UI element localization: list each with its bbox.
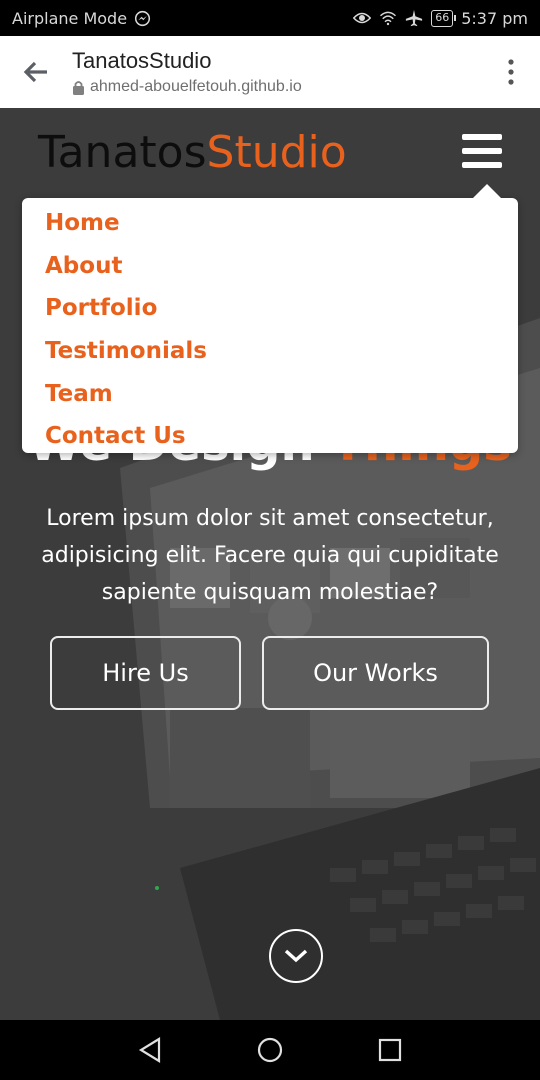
web-page: TanatosStudio We Design Things Lorem ips… — [0, 108, 540, 1020]
more-options-button[interactable] — [482, 36, 540, 108]
url-host: ahmed-abouelfetouh.github.io — [90, 78, 302, 95]
airplane-icon — [405, 9, 423, 27]
status-time: 5:37 pm — [461, 8, 528, 28]
status-bar: Airplane Mode 66 5:37 pm — [0, 0, 540, 36]
eye-icon — [353, 9, 372, 27]
system-recents-button[interactable] — [330, 1020, 450, 1080]
triangle-back-icon — [138, 1037, 161, 1063]
back-arrow-icon — [23, 61, 47, 83]
site-header: TanatosStudio — [0, 108, 540, 196]
nav-item-team[interactable]: Team — [45, 373, 518, 416]
lock-icon — [73, 80, 84, 95]
back-button[interactable] — [0, 36, 72, 108]
wifi-icon — [379, 9, 397, 27]
nav-item-contact-us[interactable]: Contact Us — [45, 415, 518, 458]
url-info[interactable]: TanatosStudio ahmed-abouelfetouh.github.… — [72, 48, 482, 96]
chevron-down-icon — [284, 949, 308, 963]
system-back-button[interactable] — [90, 1020, 210, 1080]
page-title: TanatosStudio — [72, 48, 212, 73]
system-navigation-bar — [0, 1020, 540, 1080]
square-recents-icon — [378, 1038, 402, 1062]
our-works-button[interactable]: Our Works — [262, 636, 489, 710]
battery-icon: 66 — [431, 9, 457, 27]
messenger-icon — [133, 9, 151, 27]
hamburger-menu-icon[interactable] — [462, 134, 502, 168]
vertical-dots-icon — [508, 59, 514, 85]
scroll-down-button[interactable] — [269, 929, 323, 983]
nav-item-home[interactable]: Home — [45, 202, 518, 245]
nav-item-about[interactable]: About — [45, 245, 518, 288]
browser-url-bar: TanatosStudio ahmed-abouelfetouh.github.… — [0, 36, 540, 108]
system-home-button[interactable] — [210, 1020, 330, 1080]
logo-part-2: Studio — [206, 126, 347, 178]
site-logo[interactable]: TanatosStudio — [38, 127, 347, 178]
url-host-row: ahmed-abouelfetouh.github.io — [72, 78, 482, 96]
nav-dropdown-menu: Home About Portfolio Testimonials Team C… — [22, 184, 518, 453]
status-carrier: Airplane Mode — [12, 8, 128, 28]
hero-description: Lorem ipsum dolor sit amet consectetur, … — [41, 506, 499, 605]
nav-item-testimonials[interactable]: Testimonials — [45, 330, 518, 373]
dropdown-caret — [472, 184, 502, 199]
nav-item-portfolio[interactable]: Portfolio — [45, 287, 518, 330]
circle-home-icon — [257, 1037, 283, 1063]
hire-us-button[interactable]: Hire Us — [50, 636, 241, 710]
logo-part-1: Tanatos — [38, 126, 207, 178]
